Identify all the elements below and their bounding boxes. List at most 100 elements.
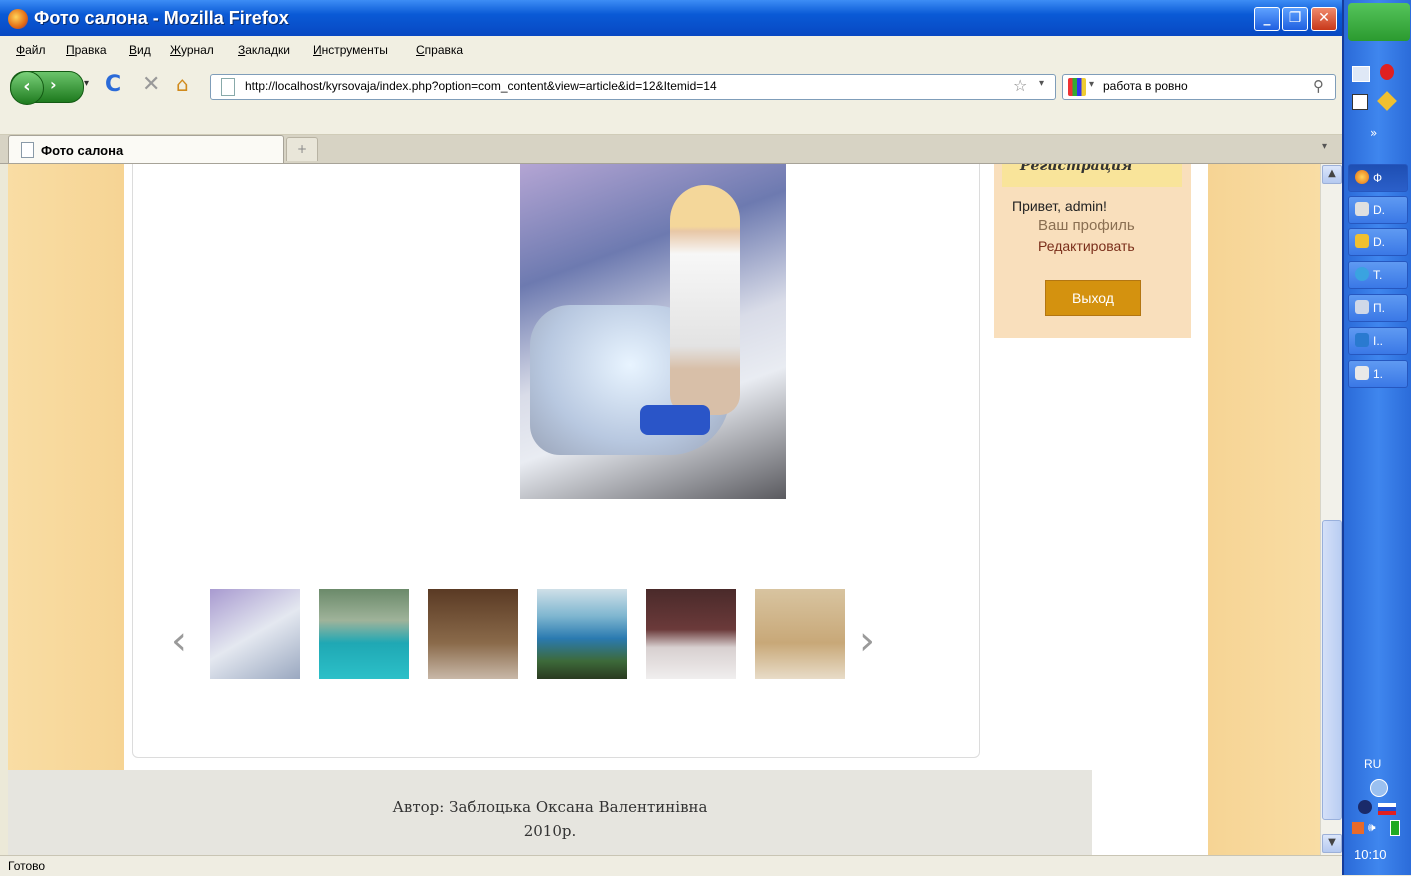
taskbar-item-label: D. bbox=[1373, 235, 1385, 249]
windows-taskbar: » Ф D. D. T. П. I.. 1. RU 🕪 10:10 bbox=[1342, 0, 1411, 875]
registration-header: Регистрация bbox=[1002, 164, 1182, 187]
taskbar-item-firefox[interactable]: Ф bbox=[1348, 164, 1408, 192]
reload-icon[interactable]: C bbox=[105, 72, 121, 97]
tab-photo-salon[interactable]: Фото салона bbox=[8, 135, 284, 163]
firefox-icon bbox=[8, 9, 28, 29]
gallery-thumb-1[interactable] bbox=[210, 589, 300, 679]
gallery-thumb-5[interactable] bbox=[646, 589, 736, 679]
volume-icon[interactable]: 🕪 bbox=[1368, 820, 1376, 835]
expand-quicklaunch-icon[interactable]: » bbox=[1370, 126, 1377, 140]
scroll-thumb[interactable] bbox=[1322, 520, 1342, 820]
url-dropdown-icon[interactable]: ▾ bbox=[1039, 78, 1044, 89]
menu-bar: Файл Правка Вид Журнал Закладки Инструме… bbox=[0, 36, 1342, 64]
tool-icon[interactable] bbox=[1377, 91, 1397, 111]
taskbar-item-label: Ф bbox=[1373, 171, 1383, 185]
tray-app-icon[interactable] bbox=[1352, 822, 1364, 834]
battery-icon[interactable] bbox=[1390, 820, 1400, 836]
page-icon bbox=[21, 142, 34, 158]
tab-label: Фото салона bbox=[41, 143, 124, 158]
home-icon[interactable]: ⌂ bbox=[176, 72, 189, 96]
vertical-scrollbar[interactable]: ▲ ▼ bbox=[1320, 164, 1342, 855]
right-background bbox=[1208, 164, 1320, 855]
registration-title: Регистрация bbox=[1020, 164, 1133, 174]
profile-link[interactable]: Ваш профиль bbox=[1038, 217, 1135, 234]
photo-person bbox=[670, 185, 740, 415]
taskbar-item-label: 1. bbox=[1373, 367, 1384, 381]
tab-list-dropdown-icon[interactable]: ▾ bbox=[1322, 141, 1327, 152]
menu-help[interactable]: Справка bbox=[416, 43, 463, 57]
taskbar-item-label: П. bbox=[1373, 301, 1385, 315]
menu-bookmarks[interactable]: Закладки bbox=[238, 43, 290, 57]
menu-history[interactable]: Журнал bbox=[170, 43, 214, 57]
taskbar-item-label: I.. bbox=[1373, 334, 1384, 348]
search-engine-dropdown-icon[interactable]: ▾ bbox=[1089, 79, 1094, 90]
menu-edit[interactable]: Правка bbox=[66, 43, 107, 57]
start-button[interactable] bbox=[1348, 3, 1410, 41]
taskbar-item-5[interactable]: П. bbox=[1348, 294, 1408, 322]
taskbar-item-label: D. bbox=[1373, 203, 1385, 217]
taskbar-item-2[interactable]: D. bbox=[1348, 196, 1408, 224]
close-button[interactable]: ✕ bbox=[1311, 7, 1337, 31]
gallery-thumb-6[interactable] bbox=[755, 589, 845, 679]
window-title: Фото салона - Mozilla Firefox bbox=[34, 8, 289, 28]
status-bar: Готово bbox=[0, 855, 1342, 876]
printer-icon bbox=[1355, 300, 1369, 314]
status-text: Готово bbox=[8, 859, 46, 873]
photo-headrest bbox=[640, 405, 710, 435]
taskbar-item-7[interactable]: 1. bbox=[1348, 360, 1408, 388]
article-box: ‹ › bbox=[132, 164, 980, 758]
window-icon bbox=[1355, 366, 1369, 380]
greeting-text: Привет, admin! bbox=[1012, 198, 1107, 214]
gallery-prev-arrow[interactable]: ‹ bbox=[171, 618, 187, 664]
globe-icon bbox=[1355, 267, 1369, 281]
taskbar-item-4[interactable]: T. bbox=[1348, 261, 1408, 289]
page-icon bbox=[221, 78, 235, 96]
gallery-thumb-2[interactable] bbox=[319, 589, 409, 679]
opera-icon[interactable] bbox=[1380, 64, 1394, 80]
bookmark-star-icon[interactable]: ☆ bbox=[1013, 76, 1027, 95]
minimize-button[interactable]: _ bbox=[1254, 7, 1280, 31]
document-icon bbox=[1355, 202, 1369, 216]
url-bar[interactable]: http://localhost/kyrsovaja/index.php?opt… bbox=[210, 74, 1056, 100]
left-background bbox=[8, 164, 124, 855]
search-bar[interactable]: ▾ работа в ровно ⚲ bbox=[1062, 74, 1336, 100]
page-viewport: ‹ › Регистрация Привет, admin! Ваш профи… bbox=[8, 164, 1320, 855]
title-bar[interactable]: Фото салона - Mozilla Firefox _ ❐ ✕ bbox=[0, 0, 1342, 36]
menu-view[interactable]: Вид bbox=[129, 43, 151, 57]
maximize-button[interactable]: ❐ bbox=[1282, 7, 1308, 31]
taskbar-item-label: T. bbox=[1373, 268, 1383, 282]
forward-button[interactable]: › bbox=[50, 75, 57, 94]
navigation-toolbar: ‹ › ▾ C ✕ ⌂ http://localhost/kyrsovaja/i… bbox=[0, 64, 1342, 135]
search-engine-icon[interactable] bbox=[1068, 78, 1086, 96]
back-button[interactable]: ‹ bbox=[10, 71, 44, 105]
history-dropdown-icon[interactable]: ▾ bbox=[84, 78, 89, 89]
network-icon[interactable] bbox=[1358, 800, 1372, 814]
stop-icon[interactable]: ✕ bbox=[142, 72, 160, 97]
new-tab-button[interactable]: + bbox=[286, 137, 318, 161]
footer-year: 2010р. bbox=[523, 822, 577, 840]
scroll-up-button[interactable]: ▲ bbox=[1322, 165, 1342, 184]
language-bar-icon[interactable] bbox=[1370, 779, 1388, 797]
gallery-thumb-4[interactable] bbox=[537, 589, 627, 679]
language-indicator[interactable]: RU bbox=[1364, 757, 1381, 771]
book-icon bbox=[1355, 333, 1369, 347]
clock[interactable]: 10:10 bbox=[1354, 847, 1387, 862]
gallery-next-arrow[interactable]: › bbox=[859, 618, 875, 664]
scroll-down-button[interactable]: ▼ bbox=[1322, 834, 1342, 853]
taskbar-item-3[interactable]: D. bbox=[1348, 228, 1408, 256]
logout-button[interactable]: Выход bbox=[1045, 280, 1141, 316]
russian-flag-icon[interactable] bbox=[1378, 803, 1396, 815]
taskbar-item-6[interactable]: I.. bbox=[1348, 327, 1408, 355]
save-icon[interactable] bbox=[1352, 94, 1368, 110]
folder-icon bbox=[1355, 234, 1369, 248]
menu-file[interactable]: Файл bbox=[16, 43, 46, 57]
gallery-thumb-3[interactable] bbox=[428, 589, 518, 679]
main-photo bbox=[520, 164, 786, 499]
page-footer: Автор: Заблоцька Оксана Валентинівна 201… bbox=[8, 770, 1092, 855]
tab-strip: Фото салона + ▾ bbox=[0, 135, 1342, 164]
search-input[interactable]: работа в ровно bbox=[1103, 79, 1188, 93]
edit-profile-link[interactable]: Редактировать bbox=[1038, 238, 1135, 254]
search-icon[interactable]: ⚲ bbox=[1313, 77, 1324, 95]
desktop-icon[interactable] bbox=[1352, 66, 1370, 82]
menu-tools[interactable]: Инструменты bbox=[313, 43, 388, 57]
